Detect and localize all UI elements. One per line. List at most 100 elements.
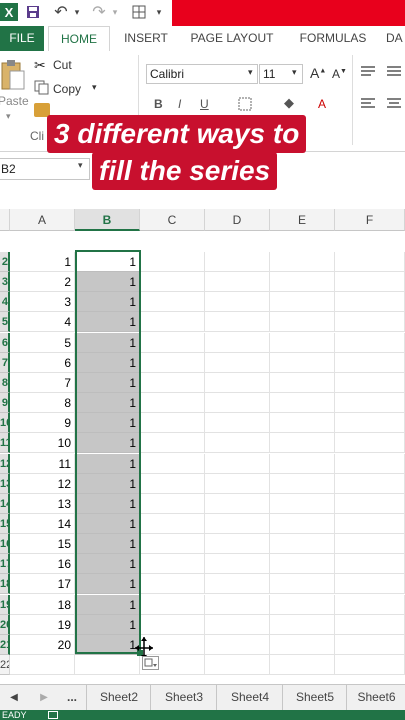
cell-f19[interactable] <box>335 595 405 615</box>
cell-f7[interactable] <box>335 353 405 373</box>
cell-d7[interactable] <box>205 353 270 373</box>
cell-f12[interactable] <box>335 454 405 474</box>
cell-c3[interactable] <box>140 272 205 292</box>
cell-f21[interactable] <box>335 635 405 655</box>
cell-b16[interactable]: 1 <box>75 534 140 554</box>
cell-d10[interactable] <box>205 413 270 433</box>
cell-c18[interactable] <box>140 574 205 594</box>
cell-f6[interactable] <box>335 333 405 353</box>
cell-f15[interactable] <box>335 514 405 534</box>
underline-button[interactable]: U <box>200 97 209 111</box>
cell-b3[interactable]: 1 <box>75 272 140 292</box>
cell-f10[interactable] <box>335 413 405 433</box>
cell-a19[interactable]: 18 <box>10 595 75 615</box>
cell-e11[interactable] <box>270 433 335 453</box>
cell-c8[interactable] <box>140 373 205 393</box>
borders-icon[interactable] <box>130 3 148 21</box>
cell-a12[interactable]: 11 <box>10 454 75 474</box>
auto-fill-options-icon[interactable] <box>142 656 159 670</box>
row-header[interactable]: 14 <box>0 494 10 514</box>
cell-c9[interactable] <box>140 393 205 413</box>
cell-d3[interactable] <box>205 272 270 292</box>
cell-a6[interactable]: 5 <box>10 333 75 353</box>
italic-button[interactable]: I <box>178 97 181 111</box>
cell-f14[interactable] <box>335 494 405 514</box>
cell-b6[interactable]: 1 <box>75 333 140 353</box>
cell-a9[interactable]: 8 <box>10 393 75 413</box>
row-header[interactable]: 6 <box>0 333 10 353</box>
cell-b20[interactable]: 1 <box>75 615 140 635</box>
cell-c20[interactable] <box>140 615 205 635</box>
redo-dropdown-icon[interactable]: ▾ <box>106 3 124 21</box>
cell-b8[interactable]: 1 <box>75 373 140 393</box>
cell-a7[interactable]: 6 <box>10 353 75 373</box>
tab-formulas[interactable]: FORMULAS <box>294 26 372 51</box>
cell-a16[interactable]: 15 <box>10 534 75 554</box>
cell-b10[interactable]: 1 <box>75 413 140 433</box>
cut-button[interactable]: Cut <box>53 58 72 72</box>
cell-e13[interactable] <box>270 474 335 494</box>
cell-b9[interactable]: 1 <box>75 393 140 413</box>
row-header[interactable]: 11 <box>0 433 10 453</box>
cell-c14[interactable] <box>140 494 205 514</box>
cell-c15[interactable] <box>140 514 205 534</box>
column-header-a[interactable]: A <box>10 209 75 231</box>
bold-button[interactable]: B <box>154 97 163 111</box>
cell-d5[interactable] <box>205 312 270 332</box>
save-icon[interactable] <box>24 3 42 21</box>
cell-f3[interactable] <box>335 272 405 292</box>
cell-e3[interactable] <box>270 272 335 292</box>
column-header-c[interactable]: C <box>140 209 205 231</box>
name-box-dropdown-icon[interactable]: ▾ <box>78 160 83 171</box>
row-header[interactable]: 21 <box>0 635 10 655</box>
cell-e4[interactable] <box>270 292 335 312</box>
row-header[interactable]: 15 <box>0 514 10 534</box>
cell-c17[interactable] <box>140 554 205 574</box>
cell-e22[interactable] <box>270 655 335 675</box>
sheet-prev-icon[interactable]: ◀ <box>4 685 24 710</box>
cell-b21[interactable]: 1 <box>75 635 140 655</box>
row-header[interactable]: 8 <box>0 373 10 393</box>
column-header-b[interactable]: B <box>75 209 140 231</box>
cell-c19[interactable] <box>140 595 205 615</box>
cell-a21[interactable]: 20 <box>10 635 75 655</box>
align-center-icon[interactable] <box>386 97 402 109</box>
cell-e6[interactable] <box>270 333 335 353</box>
row-header[interactable]: 18 <box>0 574 10 594</box>
copy-icon[interactable] <box>34 80 50 96</box>
column-header-f[interactable]: F <box>335 209 405 231</box>
cell-d15[interactable] <box>205 514 270 534</box>
sheet-tab-sheet4[interactable]: Sheet4 <box>218 685 283 710</box>
cell-d22[interactable] <box>205 655 270 675</box>
cell-f4[interactable] <box>335 292 405 312</box>
paste-dropdown-icon[interactable]: ▾ <box>6 111 11 122</box>
row-header[interactable]: 4 <box>0 292 10 312</box>
cell-e14[interactable] <box>270 494 335 514</box>
font-name-select[interactable]: Calibri <box>146 64 258 84</box>
sheet-tab-sheet5[interactable]: Sheet5 <box>284 685 347 710</box>
cell-d11[interactable] <box>205 433 270 453</box>
cell-f9[interactable] <box>335 393 405 413</box>
cell-e18[interactable] <box>270 574 335 594</box>
row-header[interactable]: 2 <box>0 252 10 272</box>
cell-d13[interactable] <box>205 474 270 494</box>
grow-font-button[interactable]: A▲ <box>310 65 326 81</box>
font-color-button[interactable]: A <box>318 97 326 111</box>
cell-e8[interactable] <box>270 373 335 393</box>
row-header[interactable]: 20 <box>0 615 10 635</box>
align-top-icon[interactable] <box>360 65 376 77</box>
align-middle-icon[interactable] <box>386 65 402 77</box>
cell-c6[interactable] <box>140 333 205 353</box>
column-header-d[interactable]: D <box>205 209 270 231</box>
row-header[interactable]: 12 <box>0 454 10 474</box>
row-header[interactable]: 10 <box>0 413 10 433</box>
tab-page-layout[interactable]: PAGE LAYOUT <box>186 26 278 51</box>
cell-e5[interactable] <box>270 312 335 332</box>
row-header[interactable]: 19 <box>0 595 10 615</box>
sheet-tab-sheet2[interactable]: Sheet2 <box>88 685 151 710</box>
cell-c4[interactable] <box>140 292 205 312</box>
font-name-dropdown-icon[interactable]: ▾ <box>248 67 253 78</box>
cell-e10[interactable] <box>270 413 335 433</box>
cell-b2[interactable]: 1 <box>75 252 140 272</box>
customize-dropdown-icon[interactable]: ▾ <box>150 3 168 21</box>
